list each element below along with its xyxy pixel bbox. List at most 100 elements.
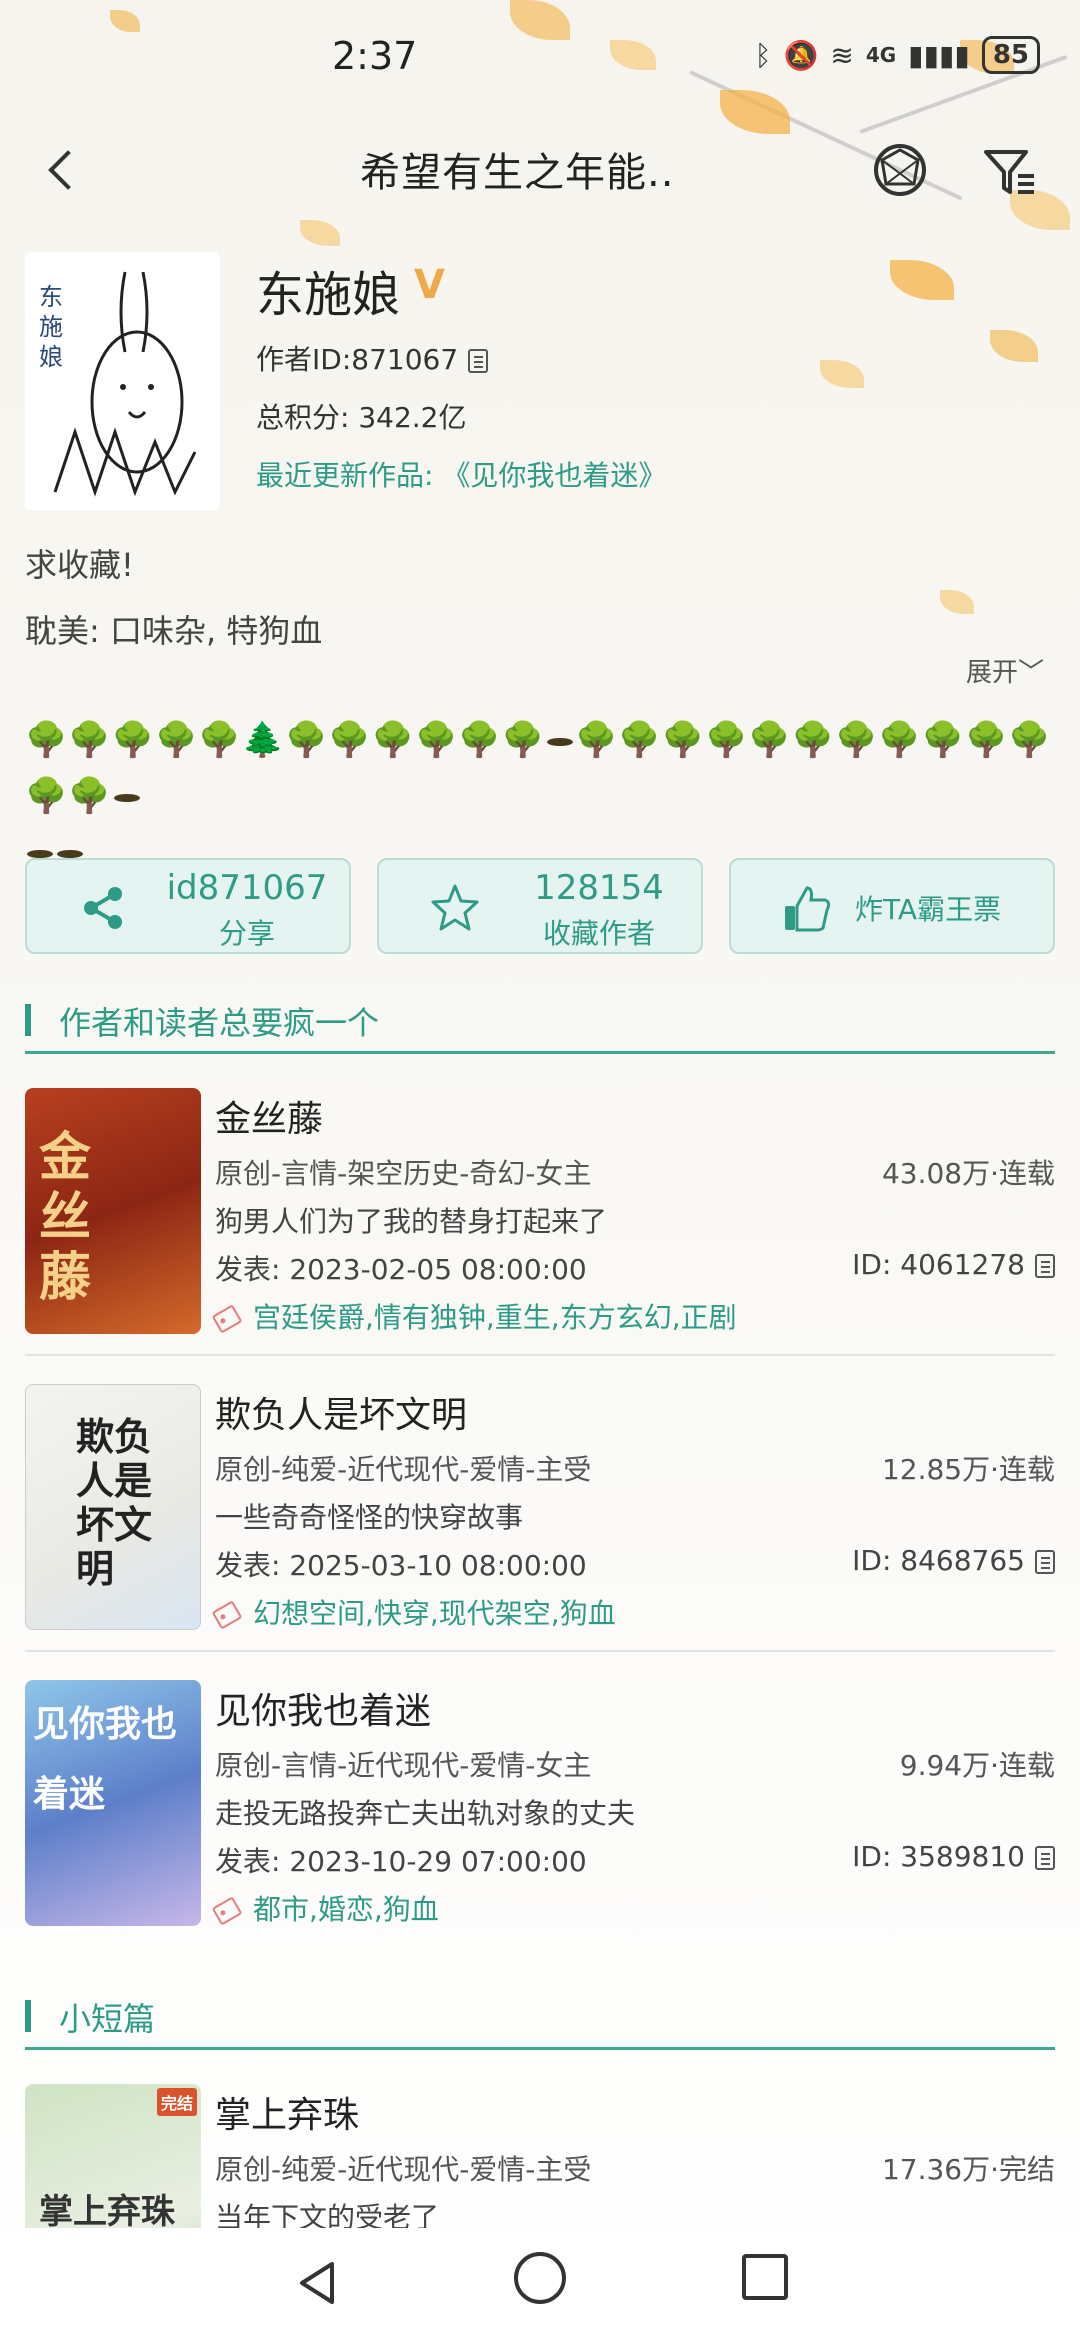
nav-back-icon[interactable] [292, 2258, 342, 2308]
expand-button[interactable]: 展开﹀ [966, 652, 1044, 689]
tags-label: 宫廷侯爵,情有独钟,重生,东方玄幻,正剧 [253, 1301, 737, 1334]
author-id-share-label: id871067 [166, 868, 328, 908]
book-description: 一些奇奇怪怪的快穿故事 [215, 1501, 524, 1534]
favorite-author-button[interactable]: 128154 收藏作者 [377, 858, 703, 954]
book-description: 当年下文的受老了 [215, 2201, 440, 2228]
decor-leaf [990, 330, 1038, 362]
book-cover[interactable]: 金丝藤 [25, 1088, 201, 1334]
book-title: 金丝藤 [215, 1099, 324, 1140]
tree-decoration: 🌳🌳🌳🌳🌳🌲🌳🌳🌳🌳🌳🌳 🌳🌳🌳🌳🌳🌳🌳🌳🌳🌳🌳🌳🌳 [25, 712, 1065, 880]
book-stat: 12.85万·连载 [881, 1453, 1055, 1486]
book-item[interactable]: 金丝藤 金丝藤 原创-言情-架空历史-奇幻-女主 43.08万·连载 狗男人们为… [25, 1060, 1055, 1356]
book-tags: 幻想空间,快穿,现代架空,狗血 [211, 1592, 616, 1632]
share-button[interactable]: id871067 分享 [25, 858, 351, 954]
copy-icon[interactable] [1035, 1846, 1055, 1870]
book-id-label: ID: 8468765 [852, 1544, 1025, 1577]
cover-title: 欺负人是坏文明 [76, 1415, 153, 1591]
book-item[interactable]: 完结 掌上弃珠 掌上弃珠 原创-纯爱-近代现代-爱情-主受 17.36万·完结 … [25, 2056, 1055, 2228]
back-arrow-icon[interactable] [40, 140, 90, 200]
dirt-dot [27, 849, 53, 858]
book-tags: 都市,婚恋,狗血 [211, 1888, 439, 1928]
book-id: ID: 8468765 [852, 1544, 1055, 1577]
author-avatar[interactable]: 东施娘 [25, 252, 220, 510]
tags-label: 都市,婚恋,狗血 [253, 1893, 439, 1926]
tree-row: 🌳🌳🌳🌳🌳🌲🌳🌳🌳🌳🌳🌳 [25, 720, 546, 760]
book-category: 原创-纯爱-近代现代-爱情-主受 [215, 2153, 592, 2186]
book-category: 原创-言情-近代现代-爱情-女主 [215, 1749, 592, 1782]
favorite-count: 128154 [534, 868, 664, 908]
recent-work-link[interactable]: 最近更新作品: 《见你我也着迷》 [256, 454, 666, 494]
action-buttons: id871067 分享 128154 收藏作者 炸TA霸王票 [25, 858, 1055, 954]
book-id: ID: 3589810 [852, 1840, 1055, 1873]
book-description: 狗男人们为了我的替身打起来了 [215, 1205, 608, 1238]
star-icon [431, 884, 479, 931]
book-category: 原创-言情-架空历史-奇幻-女主 [215, 1157, 592, 1190]
author-id: 作者ID:871067 [256, 338, 489, 378]
wifi-icon: ≋ [830, 38, 854, 72]
author-id-label: 作者ID:871067 [256, 343, 459, 376]
vote-button[interactable]: 炸TA霸王票 [729, 858, 1055, 954]
copy-icon[interactable] [1035, 1254, 1055, 1278]
chevron-down-icon: ﹀ [1018, 658, 1045, 688]
book-stat: 43.08万·连载 [881, 1157, 1055, 1190]
decor-leaf [110, 10, 140, 32]
cover-title: 金丝藤 [39, 1128, 92, 1308]
share-icon [84, 887, 122, 929]
decor-leaf [820, 360, 864, 388]
book-stat: 17.36万·完结 [881, 2153, 1055, 2186]
tag-icon [211, 1600, 243, 1630]
book-title: 欺负人是坏文明 [215, 1395, 468, 1436]
section-marker [25, 2000, 31, 2032]
decor-leaf [890, 260, 954, 300]
signal-icon: ▮▮▮▮ [908, 38, 970, 72]
page-title: 希望有生之年能.. [360, 150, 675, 196]
author-intro-line1: 求收藏! [25, 546, 134, 584]
cover-title: 见你我也着迷 [33, 1704, 178, 1815]
expand-label: 展开 [966, 658, 1019, 688]
section-title: 作者和读者总要疯一个 [59, 1004, 380, 1042]
book-id-label: ID: 3589810 [852, 1840, 1025, 1873]
author-name: 东施娘 [256, 267, 401, 323]
system-nav-bar [0, 2228, 1080, 2338]
verified-badge: V [414, 262, 445, 308]
book-date: 发表: 2023-10-29 07:00:00 [215, 1845, 587, 1878]
decor-leaf [300, 220, 340, 246]
section-header: 作者和读者总要疯一个 [25, 994, 1055, 1054]
copy-icon[interactable] [1035, 1550, 1055, 1574]
dirt-dot [57, 849, 83, 858]
network-label: 4G [865, 43, 897, 67]
author-page: 2:37 ᛒ 🔕 ≋ 4G ▮▮▮▮ 85 希望有生之年能.. 东施娘 东施娘 … [0, 0, 1080, 2338]
status-icons: ᛒ 🔕 ≋ 4G ▮▮▮▮ 85 [755, 36, 1040, 74]
avatar-signature: 东施娘 [39, 283, 63, 371]
book-cover[interactable]: 完结 掌上弃珠 [25, 2084, 201, 2228]
copy-icon[interactable] [468, 349, 489, 373]
mute-bell-icon: 🔕 [783, 38, 819, 72]
author-intro-line2: 耽美: 口味杂, 特狗血 [25, 612, 323, 650]
book-cover[interactable]: 欺负人是坏文明 [25, 1384, 201, 1630]
book-date: 发表: 2023-02-05 08:00:00 [215, 1253, 587, 1286]
book-description: 走投无路投奔亡夫出轨对象的丈夫 [215, 1797, 636, 1830]
filter-icon[interactable] [978, 138, 1042, 202]
book-item[interactable]: 欺负人是坏文明 欺负人是坏文明 原创-纯爱-近代现代-爱情-主受 12.85万·… [25, 1356, 1055, 1652]
status-bar: 2:37 ᛒ 🔕 ≋ 4G ▮▮▮▮ 85 [0, 30, 1080, 90]
book-title: 见你我也着迷 [215, 1691, 432, 1732]
top-nav: 希望有生之年能.. [0, 130, 1080, 210]
nav-recents-icon[interactable] [742, 2254, 788, 2300]
author-score: 总积分: 342.2亿 [256, 401, 467, 434]
thumbs-up-icon [785, 886, 831, 932]
book-stat: 9.94万·连载 [899, 1749, 1055, 1782]
status-time: 2:37 [332, 34, 418, 78]
favorite-label: 收藏作者 [542, 917, 655, 950]
book-title: 掌上弃珠 [215, 2095, 360, 2136]
dirt-dot [113, 793, 140, 802]
dirt-dot [547, 737, 574, 746]
section-marker [25, 1004, 31, 1036]
book-cover[interactable]: 见你我也着迷 [25, 1680, 201, 1926]
book-item[interactable]: 见你我也着迷 见你我也着迷 原创-言情-近代现代-爱情-女主 9.94万·连载 … [25, 1652, 1055, 1948]
cover-title: 掌上弃珠 [39, 2192, 175, 2228]
nav-home-icon[interactable] [514, 2252, 566, 2304]
tag-icon [211, 1896, 243, 1926]
book-id-label: ID: 4061278 [852, 1248, 1025, 1281]
decor-leaf [940, 590, 974, 614]
theme-icon[interactable] [868, 138, 932, 202]
